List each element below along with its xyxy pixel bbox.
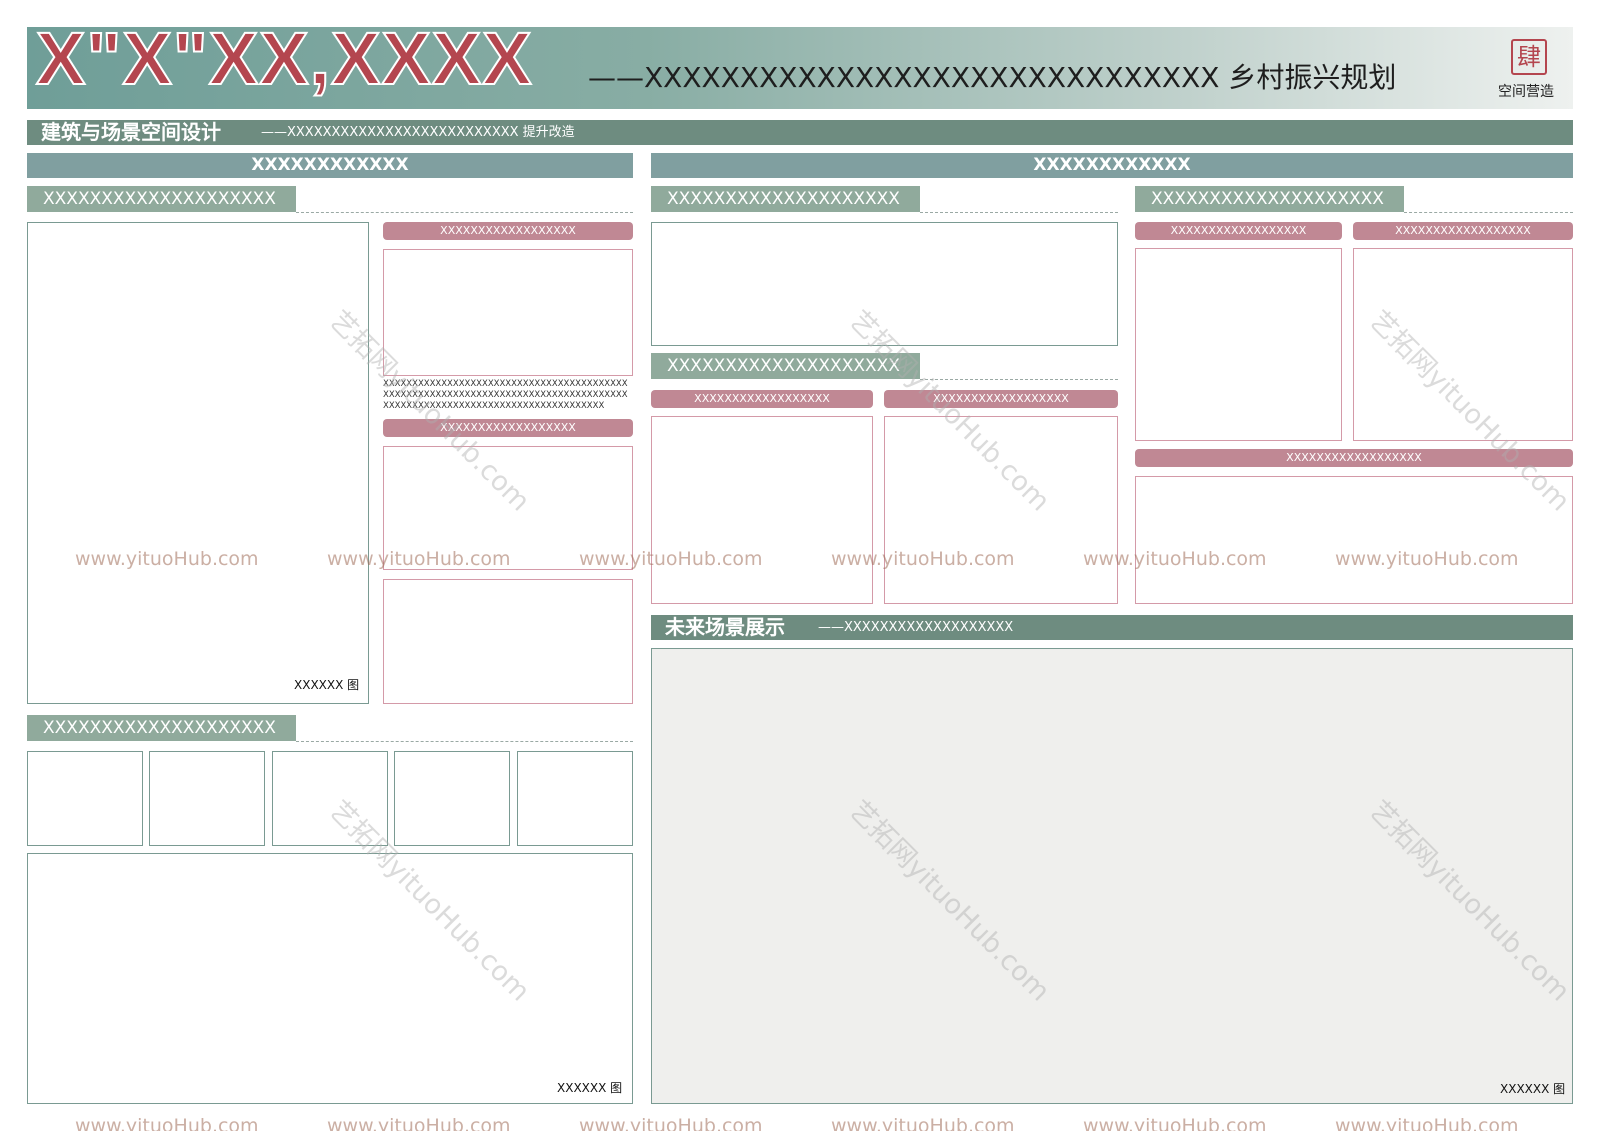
left-tab-2: XXXXXXXXXXXXXXXXXXXX: [27, 715, 296, 741]
thumbnail-frame: [517, 751, 633, 846]
divider-line: [920, 212, 1118, 213]
watermark-text: www.yituoHub.com: [75, 548, 259, 570]
image-frame: [383, 249, 633, 376]
thumbnail-frame: [394, 751, 510, 846]
watermark-text: www.yituoHub.com: [579, 1115, 763, 1131]
future-scene-bar: 未来场景展示 ——XXXXXXXXXXXXXXXXXXX: [651, 615, 1573, 640]
divider-line: [1404, 212, 1573, 213]
left-column-heading: XXXXXXXXXXXX: [27, 153, 633, 178]
right-column-heading: XXXXXXXXXXXX: [651, 153, 1573, 178]
thumbnail-frame: [149, 751, 265, 846]
future-scene-subtitle: ——XXXXXXXXXXXXXXXXXXX: [818, 620, 1014, 635]
watermark-text: www.yituoHub.com: [1335, 548, 1519, 570]
watermark-text: www.yituoHub.com: [1083, 548, 1267, 570]
thumbnail-frame: [27, 751, 143, 846]
watermark-text: www.yituoHub.com: [831, 548, 1015, 570]
main-image-frame: [27, 222, 369, 704]
pill-label: XXXXXXXXXXXXXXXXXX: [1353, 222, 1573, 240]
divider-line: [296, 212, 633, 213]
image-caption: XXXXXX 图: [1500, 1082, 1566, 1096]
section-title: 建筑与场景空间设计: [41, 120, 221, 144]
banner-subtitle: ——XXXXXXXXXXXXXXXXXXXXXXXXXXXXXX 乡村振兴规划: [588, 61, 1397, 94]
watermark-text: www.yituoHub.com: [75, 1115, 259, 1131]
pill-label: XXXXXXXXXXXXXXXXXX: [651, 390, 873, 408]
right-tab-c: XXXXXXXXXXXXXXXXXXXX: [1135, 186, 1404, 212]
image-frame: [1135, 248, 1342, 441]
wide-image-frame: [27, 853, 633, 1104]
main-title: X"X"XX,XXXX: [35, 17, 533, 100]
future-scene-title: 未来场景展示: [665, 615, 785, 639]
left-tab-1: XXXXXXXXXXXXXXXXXXXX: [27, 186, 296, 212]
watermark-text: www.yituoHub.com: [327, 1115, 511, 1131]
watermark-text: www.yituoHub.com: [1083, 1115, 1267, 1131]
image-caption: XXXXXX 图: [294, 678, 360, 692]
pill-label: XXXXXXXXXXXXXXXXXX: [383, 222, 633, 240]
image-frame: [651, 416, 873, 604]
watermark-text: www.yituoHub.com: [831, 1115, 1015, 1131]
brand-label: 空间营造: [1498, 84, 1554, 100]
image-frame: [1135, 476, 1573, 604]
seal-stamp-icon: 肆: [1511, 39, 1547, 75]
image-caption: XXXXXX 图: [557, 1081, 623, 1095]
watermark-text: www.yituoHub.com: [1335, 1115, 1519, 1131]
right-tab-a: XXXXXXXXXXXXXXXXXXXX: [651, 186, 920, 212]
pill-label: XXXXXXXXXXXXXXXXXX: [1135, 222, 1342, 240]
watermark-text: www.yituoHub.com: [327, 548, 511, 570]
divider-line: [296, 741, 633, 742]
section-subtitle: ——XXXXXXXXXXXXXXXXXXXXXXXXXX 提升改造: [261, 125, 575, 140]
image-frame: [383, 579, 633, 704]
section-bar: 建筑与场景空间设计 ——XXXXXXXXXXXXXXXXXXXXXXXXXX 提…: [27, 120, 1573, 145]
watermark-text: www.yituoHub.com: [579, 548, 763, 570]
